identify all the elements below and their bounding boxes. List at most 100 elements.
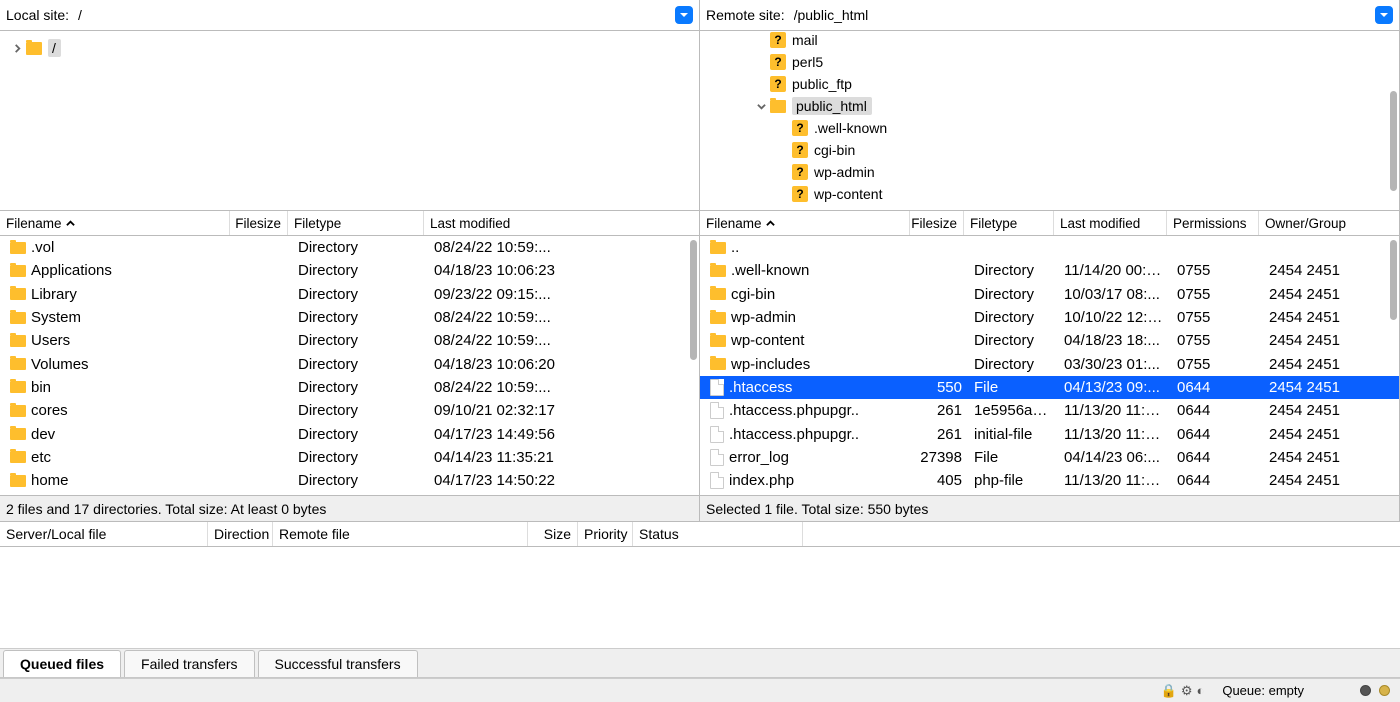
tree-item[interactable]: ?wp-content — [710, 183, 1395, 205]
col-filesize[interactable]: Filesize — [230, 211, 288, 235]
file-row[interactable]: wp-contentDirectory04/18/23 18:...075524… — [700, 329, 1399, 352]
file-type: Directory — [292, 286, 428, 303]
file-row[interactable]: wp-adminDirectory10/10/22 12:5...0755245… — [700, 306, 1399, 329]
file-name: wp-content — [731, 332, 804, 349]
scrollbar-thumb[interactable] — [1390, 240, 1397, 320]
file-row[interactable]: SystemDirectory08/24/22 10:59:... — [0, 306, 699, 329]
file-modified: 10/10/22 12:5... — [1058, 309, 1171, 326]
remote-directory-tree[interactable]: ?mail?perl5?public_ftppublic_html?.well-… — [700, 31, 1399, 210]
col-filetype[interactable]: Filetype — [964, 211, 1054, 235]
file-owner: 2454 2451 — [1263, 309, 1383, 326]
file-type: Directory — [292, 332, 428, 349]
file-row[interactable]: wp-includesDirectory03/30/23 01:...07552… — [700, 352, 1399, 375]
file-row[interactable]: homeDirectory04/17/23 14:50:22 — [0, 469, 699, 492]
file-row[interactable]: UsersDirectory08/24/22 10:59:... — [0, 329, 699, 352]
tree-item[interactable]: ?.well-known — [710, 117, 1395, 139]
file-row[interactable]: .volDirectory08/24/22 10:59:... — [0, 236, 699, 259]
col-filesize[interactable]: Filesize — [910, 211, 964, 235]
remote-file-list[interactable]: ...well-knownDirectory11/14/20 00:1...07… — [700, 236, 1399, 495]
tree-item[interactable]: ?public_ftp — [710, 73, 1395, 95]
file-row[interactable]: devDirectory04/17/23 14:49:56 — [0, 422, 699, 445]
local-list-header[interactable]: Filename Filesize Filetype Last modified — [0, 210, 699, 236]
tree-item[interactable]: public_html — [710, 95, 1395, 117]
file-row[interactable]: etcDirectory04/14/23 11:35:21 — [0, 446, 699, 469]
col-status[interactable]: Status — [633, 522, 803, 546]
col-server-file[interactable]: Server/Local file — [0, 522, 208, 546]
remote-path-input[interactable] — [790, 4, 1375, 26]
col-owner[interactable]: Owner/Group — [1259, 211, 1379, 235]
tree-item[interactable]: / — [10, 37, 695, 59]
col-filename[interactable]: Filename — [700, 211, 910, 235]
folder-icon — [770, 100, 786, 113]
tree-item[interactable]: ?mail — [710, 31, 1395, 51]
file-row[interactable]: .. — [700, 236, 1399, 259]
col-direction[interactable]: Direction — [208, 522, 273, 546]
local-status-bar: 2 files and 17 directories. Total size: … — [0, 495, 699, 521]
file-row[interactable]: error_log27398File04/14/23 06:...0644245… — [700, 446, 1399, 469]
folder-icon — [10, 312, 26, 324]
tab-failed-transfers[interactable]: Failed transfers — [124, 650, 254, 677]
scrollbar-thumb[interactable] — [1390, 91, 1397, 191]
local-path-dropdown-button[interactable] — [675, 6, 693, 24]
file-row[interactable]: coresDirectory09/10/21 02:32:17 — [0, 399, 699, 422]
disclosure-down-icon[interactable] — [754, 99, 768, 113]
queue-body[interactable] — [0, 547, 1400, 648]
folder-icon — [10, 451, 26, 463]
file-name: cores — [31, 402, 68, 419]
sort-asc-icon — [66, 216, 75, 231]
unknown-folder-icon: ? — [770, 54, 786, 70]
tab-successful-transfers[interactable]: Successful transfers — [258, 650, 418, 677]
local-directory-tree[interactable]: / — [0, 31, 699, 210]
col-lastmod[interactable]: Last modified — [1054, 211, 1167, 235]
local-panel: Local site: / Filename Filesize Filetype… — [0, 0, 700, 521]
file-row[interactable]: cgi-binDirectory10/03/17 08:...07552454 … — [700, 283, 1399, 306]
file-row[interactable]: LibraryDirectory09/23/22 09:15:... — [0, 283, 699, 306]
file-type: Directory — [968, 262, 1058, 279]
file-type: Directory — [292, 356, 428, 373]
remote-path-dropdown-button[interactable] — [1375, 6, 1393, 24]
col-size[interactable]: Size — [528, 522, 578, 546]
tree-item[interactable]: ?perl5 — [710, 51, 1395, 73]
scrollbar-thumb[interactable] — [690, 240, 697, 360]
col-filetype[interactable]: Filetype — [288, 211, 424, 235]
col-permissions[interactable]: Permissions — [1167, 211, 1259, 235]
tree-item-label: wp-admin — [814, 164, 875, 180]
file-size: 550 — [914, 379, 968, 396]
tab-queued-files[interactable]: Queued files — [3, 650, 121, 677]
file-permissions: 0755 — [1171, 309, 1263, 326]
col-lastmod[interactable]: Last modified — [424, 211, 686, 235]
chevron-down-icon — [1379, 10, 1389, 20]
local-file-list[interactable]: .volDirectory08/24/22 10:59:...Applicati… — [0, 236, 699, 495]
col-remote-file[interactable]: Remote file — [273, 522, 528, 546]
file-name: bin — [31, 379, 51, 396]
folder-icon — [10, 288, 26, 300]
disclosure-right-icon[interactable] — [10, 41, 24, 55]
tree-item[interactable]: ?cgi-bin — [710, 139, 1395, 161]
tree-item[interactable]: ?wp-admin — [710, 161, 1395, 183]
local-path-input[interactable] — [74, 4, 675, 26]
remote-list-header[interactable]: Filename Filesize Filetype Last modified… — [700, 210, 1399, 236]
queue-header[interactable]: Server/Local file Direction Remote file … — [0, 521, 1400, 547]
file-row[interactable]: .well-knownDirectory11/14/20 00:1...0755… — [700, 259, 1399, 282]
folder-icon — [10, 428, 26, 440]
file-row[interactable]: index.php405php-file11/13/20 11:3...0644… — [700, 469, 1399, 492]
unknown-folder-icon: ? — [792, 142, 808, 158]
col-priority[interactable]: Priority — [578, 522, 633, 546]
file-row[interactable]: VolumesDirectory04/18/23 10:06:20 — [0, 352, 699, 375]
file-row[interactable]: ApplicationsDirectory04/18/23 10:06:23 — [0, 259, 699, 282]
file-size: 405 — [914, 472, 968, 489]
file-row[interactable]: binDirectory08/24/22 10:59:... — [0, 376, 699, 399]
file-modified: 09/10/21 02:32:17 — [428, 402, 690, 419]
col-filename[interactable]: Filename — [0, 211, 230, 235]
file-type: Directory — [292, 426, 428, 443]
local-site-bar: Local site: — [0, 0, 699, 31]
file-icon — [710, 402, 724, 419]
status-footer: 🔒 ⚙ ◐ Queue: empty — [0, 678, 1400, 702]
local-site-label: Local site: — [6, 7, 69, 23]
file-row[interactable]: .htaccess550File04/13/23 09:...06442454 … — [700, 376, 1399, 399]
file-row[interactable]: .htaccess.phpupgr..261initial-file11/13/… — [700, 422, 1399, 445]
file-row[interactable]: .htaccess.phpupgr..2611e5956a3...11/13/2… — [700, 399, 1399, 422]
file-name: home — [31, 472, 69, 489]
folder-icon — [710, 335, 726, 347]
file-type: Directory — [968, 286, 1058, 303]
